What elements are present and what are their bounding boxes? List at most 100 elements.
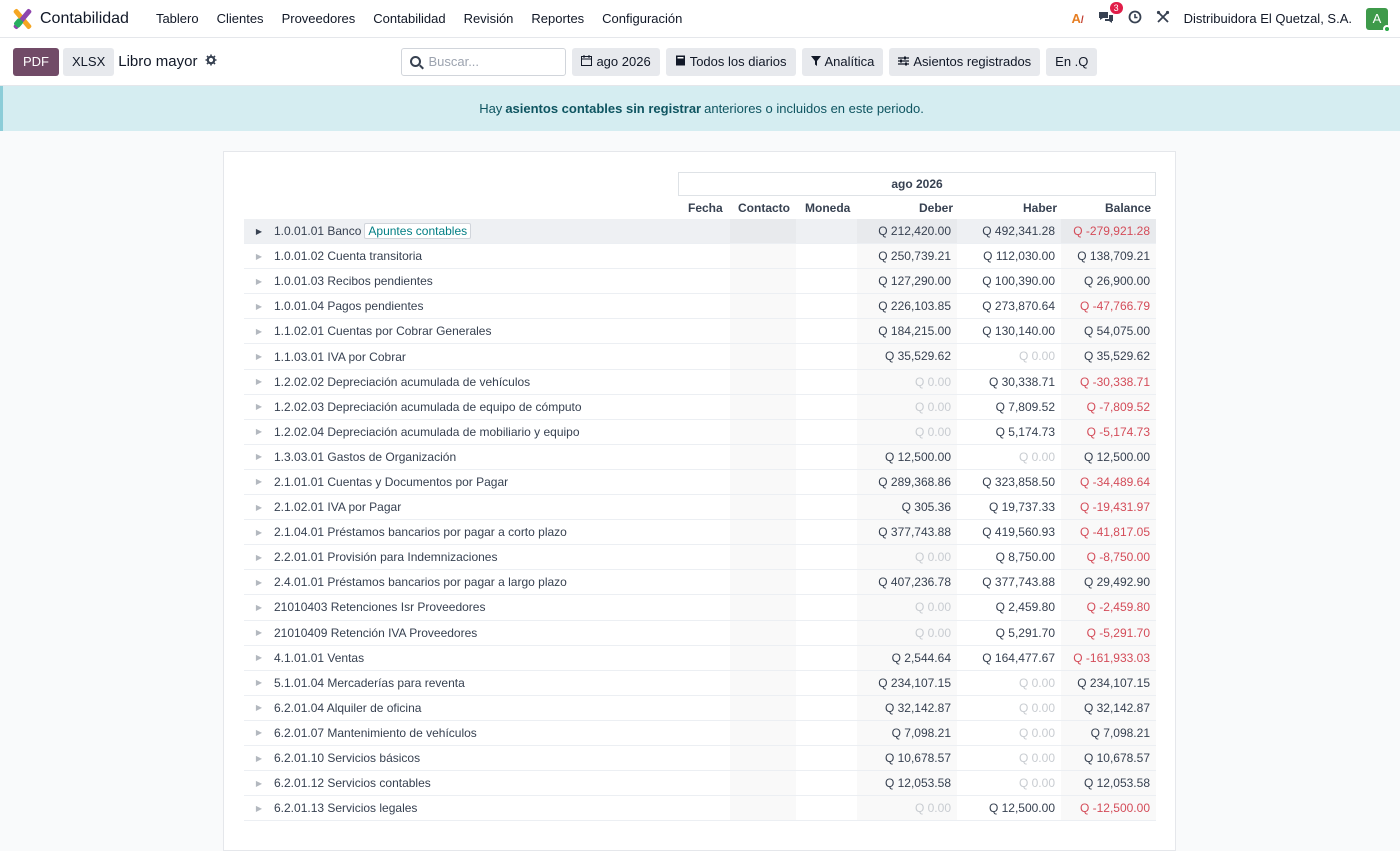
search-input[interactable] bbox=[428, 54, 549, 69]
col-header-contacto[interactable]: Contacto bbox=[738, 201, 790, 215]
currency-filter-button[interactable]: En .Q bbox=[1046, 47, 1098, 76]
account-name[interactable]: 2.1.04.01 Préstamos bancarios por pagar … bbox=[274, 525, 678, 539]
account-name[interactable]: 1.3.03.01 Gastos de Organización bbox=[274, 450, 678, 464]
caret-right-icon[interactable]: ▶ bbox=[244, 754, 274, 763]
caret-right-icon[interactable]: ▶ bbox=[244, 779, 274, 788]
account-name[interactable]: 1.1.03.01 IVA por Cobrar bbox=[274, 350, 678, 364]
caret-right-icon[interactable]: ▶ bbox=[244, 327, 274, 336]
table-row[interactable]: ▶ 4.1.01.01 Ventas Q 2,544.64 Q 164,477.67 Q… bbox=[244, 646, 1156, 671]
table-row[interactable]: ▶ 2.2.01.01 Provisión para Indemnizacione… bbox=[244, 545, 1156, 571]
menu-item-contabilidad[interactable]: Contabilidad bbox=[364, 11, 454, 26]
table-row[interactable]: ▶ 1.3.03.01 Gastos de Organización Q 12,50… bbox=[244, 445, 1156, 470]
table-row[interactable]: ▶ 6.2.01.12 Servicios contables Q 12,053.5… bbox=[244, 771, 1156, 797]
caret-right-icon[interactable]: ▶ bbox=[244, 352, 274, 361]
account-name[interactable]: 1.2.02.02 Depreciación acumulada de vehí… bbox=[274, 375, 678, 389]
caret-right-icon[interactable]: ▶ bbox=[244, 252, 274, 261]
table-row[interactable]: ▶ 1.2.02.02 Depreciación acumulada de veh… bbox=[244, 370, 1156, 395]
table-row[interactable]: ▶ 1.0.01.02 Cuenta transitoria Q 250,739.2… bbox=[244, 244, 1156, 270]
table-row[interactable]: ▶ 1.0.01.01 Banco Apuntes contables Q 212,4… bbox=[244, 219, 1156, 245]
account-name[interactable]: 1.0.01.04 Pagos pendientes bbox=[274, 299, 678, 313]
caret-right-icon[interactable]: ▶ bbox=[244, 703, 274, 712]
table-row[interactable]: ▶ 1.2.02.04 Depreciación acumulada de mob… bbox=[244, 420, 1156, 445]
user-avatar[interactable]: A bbox=[1366, 7, 1391, 33]
caret-right-icon[interactable]: ▶ bbox=[244, 402, 274, 411]
table-row[interactable]: ▶ 1.0.01.04 Pagos pendientes Q 226,103.85 Q… bbox=[244, 294, 1156, 320]
account-name[interactable]: 2.4.01.01 Préstamos bancarios por pagar … bbox=[274, 575, 678, 589]
account-name[interactable]: 1.1.02.01 Cuentas por Cobrar Generales bbox=[274, 324, 678, 338]
account-name[interactable]: 6.2.01.10 Servicios básicos bbox=[274, 751, 678, 765]
caret-right-icon[interactable]: ▶ bbox=[244, 728, 274, 737]
account-name[interactable]: 1.0.01.03 Recibos pendientes bbox=[274, 274, 678, 288]
account-name[interactable]: 1.0.01.01 Banco Apuntes contables bbox=[274, 223, 678, 240]
table-row[interactable]: ▶ 2.1.01.01 Cuentas y Documentos por Paga… bbox=[244, 470, 1156, 496]
caret-right-icon[interactable]: ▶ bbox=[244, 528, 274, 537]
account-name[interactable]: 6.2.01.12 Servicios contables bbox=[274, 776, 678, 790]
ai-icon[interactable]: A/ bbox=[1071, 11, 1083, 26]
alert-link[interactable]: asientos contables sin registrar bbox=[505, 101, 701, 116]
menu-item-clientes[interactable]: Clientes bbox=[208, 11, 273, 26]
table-row[interactable]: ▶ 1.1.02.01 Cuentas por Cobrar Generales Q… bbox=[244, 319, 1156, 345]
account-name[interactable]: 1.2.02.04 Depreciación acumulada de mobi… bbox=[274, 425, 678, 439]
caret-right-icon[interactable]: ▶ bbox=[244, 653, 274, 662]
account-name[interactable]: 5.1.01.04 Mercaderías para reventa bbox=[274, 676, 678, 690]
caret-right-icon[interactable]: ▶ bbox=[244, 302, 274, 311]
gear-icon[interactable] bbox=[205, 54, 217, 69]
account-name[interactable]: 21010409 Retención IVA Proveedores bbox=[274, 626, 678, 640]
table-row[interactable]: ▶ 6.2.01.07 Mantenimiento de vehículos Q 7… bbox=[244, 721, 1156, 746]
search-box[interactable] bbox=[401, 47, 567, 76]
caret-right-icon[interactable]: ▶ bbox=[244, 553, 274, 562]
caret-right-icon[interactable]: ▶ bbox=[244, 227, 274, 236]
caret-right-icon[interactable]: ▶ bbox=[244, 377, 274, 386]
posted-entries-filter-button[interactable]: Asientos registrados bbox=[889, 47, 1041, 76]
caret-right-icon[interactable]: ▶ bbox=[244, 477, 274, 486]
caret-right-icon[interactable]: ▶ bbox=[244, 503, 274, 512]
account-name[interactable]: 2.1.01.01 Cuentas y Documentos por Pagar bbox=[274, 475, 678, 489]
caret-right-icon[interactable]: ▶ bbox=[244, 578, 274, 587]
caret-right-icon[interactable]: ▶ bbox=[244, 277, 274, 286]
tools-icon[interactable] bbox=[1156, 10, 1170, 27]
menu-item-proveedores[interactable]: Proveedores bbox=[273, 11, 365, 26]
journals-filter-button[interactable]: Todos los diarios bbox=[665, 47, 796, 76]
account-name[interactable]: 2.2.01.01 Provisión para Indemnizaciones bbox=[274, 550, 678, 564]
app-name[interactable]: Contabilidad bbox=[40, 10, 129, 28]
account-name[interactable]: 6.2.01.04 Alquiler de oficina bbox=[274, 701, 678, 715]
caret-right-icon[interactable]: ▶ bbox=[244, 427, 274, 436]
col-header-balance[interactable]: Balance bbox=[1105, 201, 1151, 215]
menu-item-revision[interactable]: Revisión bbox=[455, 11, 523, 26]
date-filter-button[interactable]: ago 2026 bbox=[572, 47, 660, 76]
caret-right-icon[interactable]: ▶ bbox=[244, 678, 274, 687]
company-switcher[interactable]: Distribuidora El Quetzal, S.A. bbox=[1184, 11, 1352, 26]
table-row[interactable]: ▶ 21010409 Retención IVA Proveedores Q 0.0… bbox=[244, 621, 1156, 646]
table-row[interactable]: ▶ 2.1.02.01 IVA por Pagar Q 305.36 Q 19,737… bbox=[244, 495, 1156, 521]
table-row[interactable]: ▶ 6.2.01.04 Alquiler de oficina Q 32,142.8… bbox=[244, 696, 1156, 721]
table-row[interactable]: ▶ 21010403 Retenciones Isr Proveedores Q 0… bbox=[244, 595, 1156, 621]
caret-right-icon[interactable]: ▶ bbox=[244, 603, 274, 612]
table-row[interactable]: ▶ 1.2.02.03 Depreciación acumulada de equ… bbox=[244, 395, 1156, 420]
analytic-filter-button[interactable]: Analítica bbox=[801, 47, 884, 76]
col-header-fecha[interactable]: Fecha bbox=[688, 201, 723, 215]
table-row[interactable]: ▶ 6.2.01.10 Servicios básicos Q 10,678.57 Q… bbox=[244, 746, 1156, 772]
journal-items-button[interactable]: Apuntes contables bbox=[364, 223, 472, 240]
account-name[interactable]: 2.1.02.01 IVA por Pagar bbox=[274, 500, 678, 514]
col-header-moneda[interactable]: Moneda bbox=[805, 201, 850, 215]
account-name[interactable]: 4.1.01.01 Ventas bbox=[274, 651, 678, 665]
xlsx-button[interactable]: XLSX bbox=[63, 47, 115, 76]
table-row[interactable]: ▶ 2.4.01.01 Préstamos bancarios por pagar… bbox=[244, 570, 1156, 596]
table-row[interactable]: ▶ 1.0.01.03 Recibos pendientes Q 127,290.0… bbox=[244, 269, 1156, 295]
clock-icon[interactable] bbox=[1128, 10, 1142, 27]
pdf-button[interactable]: PDF bbox=[13, 47, 59, 76]
account-name[interactable]: 6.2.01.13 Servicios legales bbox=[274, 801, 678, 815]
menu-item-tablero[interactable]: Tablero bbox=[147, 11, 208, 26]
messages-icon[interactable]: 3 bbox=[1098, 2, 1123, 27]
menu-item-configuracion[interactable]: Configuración bbox=[593, 11, 691, 26]
app-logo-icon[interactable] bbox=[12, 7, 33, 30]
caret-right-icon[interactable]: ▶ bbox=[244, 452, 274, 461]
menu-item-reportes[interactable]: Reportes bbox=[522, 11, 593, 26]
account-name[interactable]: 1.0.01.02 Cuenta transitoria bbox=[274, 249, 678, 263]
account-name[interactable]: 21010403 Retenciones Isr Proveedores bbox=[274, 600, 678, 614]
account-name[interactable]: 1.2.02.03 Depreciación acumulada de equi… bbox=[274, 400, 678, 414]
account-name[interactable]: 6.2.01.07 Mantenimiento de vehículos bbox=[274, 726, 678, 740]
caret-right-icon[interactable]: ▶ bbox=[244, 628, 274, 637]
col-header-debe[interactable]: Deber bbox=[919, 201, 953, 215]
col-header-haber[interactable]: Haber bbox=[1023, 201, 1057, 215]
